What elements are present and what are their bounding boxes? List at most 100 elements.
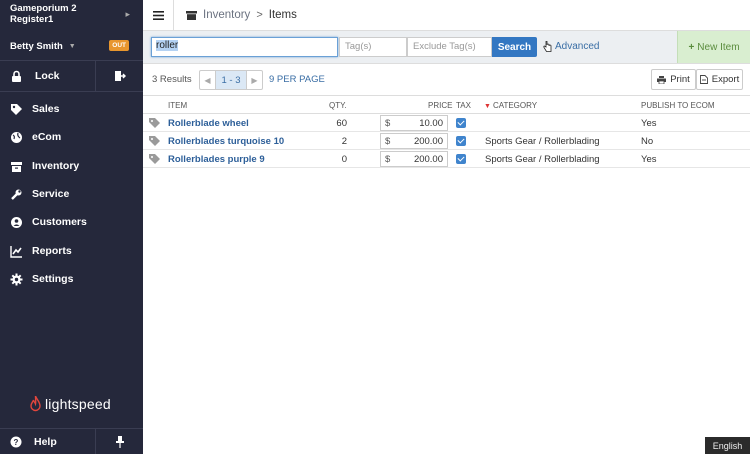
- sidebar-item-reports[interactable]: Reports: [0, 237, 143, 265]
- cursor-hand-icon: [543, 41, 552, 52]
- sort-desc-icon: ▼: [484, 103, 491, 110]
- tag-icon: [149, 118, 160, 128]
- register-name: Register1: [10, 14, 54, 25]
- hamburger-icon: [152, 10, 164, 20]
- gear-icon: [10, 273, 23, 285]
- export-label: Export: [711, 74, 740, 85]
- header-category[interactable]: ▼ CATEGORY: [484, 101, 537, 110]
- lock-button[interactable]: Lock: [0, 61, 95, 91]
- new-item-button[interactable]: + New Item: [677, 31, 750, 63]
- publish-value: Yes: [641, 154, 657, 165]
- question-icon: ?: [10, 436, 22, 448]
- results-count: 3 Results: [152, 74, 192, 85]
- sidebar-item-label: Inventory: [32, 160, 80, 172]
- topbar: Inventory > Items: [143, 0, 750, 31]
- chevron-right-icon: ▸: [125, 9, 130, 19]
- sidebar-item-service[interactable]: Service: [0, 180, 143, 208]
- user-icon: [11, 216, 22, 228]
- logout-icon: [114, 71, 126, 81]
- breadcrumb-inventory-link[interactable]: Inventory: [203, 9, 250, 21]
- search-input[interactable]: roller: [151, 37, 338, 57]
- chart-icon: [10, 245, 22, 258]
- store-name: Gameporium 2: [10, 3, 77, 14]
- header-item[interactable]: ITEM: [168, 101, 187, 110]
- help-button[interactable]: ? Help: [0, 429, 95, 454]
- export-file-icon: [699, 75, 708, 84]
- language-badge[interactable]: English: [705, 437, 750, 454]
- tax-checkbox[interactable]: [456, 118, 466, 128]
- svg-text:?: ?: [14, 438, 19, 447]
- table-row: Rollerblade wheel 60 $ 10.00 Yes: [143, 114, 750, 132]
- header-publish[interactable]: PUBLISH TO ECOM: [641, 101, 715, 110]
- pagination: ◀ 1 - 3 ▶: [199, 70, 263, 90]
- price-value: 200.00: [413, 136, 443, 147]
- qty-value: 60: [336, 118, 347, 129]
- store-switcher[interactable]: Gameporium 2 Register1 ▸: [0, 0, 143, 32]
- item-link[interactable]: Rollerblade wheel: [168, 118, 249, 129]
- header-qty[interactable]: QTY.: [329, 101, 347, 110]
- sidebar-item-customers[interactable]: Customers: [0, 208, 143, 236]
- per-page-link[interactable]: 9 PER PAGE: [269, 74, 325, 85]
- table-header: ITEM QTY. PRICE TAX ▼ CATEGORY PUBLISH TO…: [143, 96, 750, 114]
- search-bar: roller Tag(s) Exclude Tag(s) Search Adva…: [143, 31, 750, 64]
- item-link[interactable]: Rollerblades turquoise 10: [168, 136, 284, 147]
- header-category-label: CATEGORY: [492, 101, 538, 110]
- breadcrumb-separator: >: [256, 9, 263, 21]
- lightspeed-logo: lightspeed: [30, 396, 111, 412]
- header-tax[interactable]: TAX: [456, 101, 471, 110]
- print-button[interactable]: Print: [651, 69, 696, 90]
- page-range[interactable]: 1 - 3: [215, 71, 247, 89]
- sidebar-item-inventory[interactable]: Inventory: [0, 152, 143, 180]
- currency-symbol: $: [385, 154, 391, 165]
- tags-input[interactable]: Tag(s): [339, 37, 407, 57]
- help-row: ? Help: [0, 428, 143, 454]
- tag-icon: [11, 103, 22, 115]
- lock-label: Lock: [35, 70, 60, 82]
- logout-button[interactable]: [96, 61, 143, 91]
- search-button[interactable]: Search: [492, 37, 537, 57]
- sidebar-item-settings[interactable]: Settings: [0, 265, 143, 293]
- page-title: Items: [268, 9, 297, 21]
- price-input[interactable]: $ 200.00: [380, 151, 448, 167]
- lock-row: Lock: [0, 60, 143, 92]
- box-icon: [186, 10, 197, 20]
- exclude-tags-input[interactable]: Exclude Tag(s): [407, 37, 492, 57]
- flame-icon: [30, 396, 41, 412]
- sidebar-item-sales[interactable]: Sales: [0, 95, 143, 123]
- chevron-left-icon: ◀: [204, 75, 211, 85]
- sidebar-item-label: Settings: [32, 273, 74, 285]
- tax-checkbox[interactable]: [456, 154, 466, 164]
- pin-icon: [115, 436, 124, 448]
- advanced-label: Advanced: [555, 41, 600, 52]
- tag-icon: [149, 154, 160, 164]
- user-name: Betty Smith: [10, 40, 63, 52]
- user-menu[interactable]: Betty Smith ▼ OUT: [0, 34, 143, 58]
- qty-value: 0: [341, 154, 347, 165]
- tax-checkbox[interactable]: [456, 136, 466, 146]
- header-price[interactable]: PRICE: [428, 101, 452, 110]
- caret-down-icon: ▼: [68, 42, 76, 50]
- results-toolbar: 3 Results ◀ 1 - 3 ▶ 9 PER PAGE Print Exp…: [143, 64, 750, 96]
- sidebar-item-label: Service: [32, 188, 70, 200]
- lock-icon: [12, 70, 21, 82]
- sidebar-item-label: Reports: [32, 245, 72, 257]
- item-link[interactable]: Rollerblades purple 9: [168, 154, 265, 165]
- currency-symbol: $: [385, 136, 391, 147]
- sidebar-item-ecom[interactable]: eCom: [0, 123, 143, 151]
- plus-icon: +: [688, 41, 695, 53]
- advanced-search-link[interactable]: Advanced: [543, 41, 599, 52]
- menu-toggle-button[interactable]: [143, 0, 174, 31]
- category-value: Sports Gear / Rollerblading: [485, 154, 600, 165]
- box-icon: [11, 161, 22, 172]
- prev-page-button[interactable]: ◀: [200, 71, 215, 89]
- out-badge[interactable]: OUT: [109, 40, 129, 51]
- next-page-button[interactable]: ▶: [247, 71, 262, 89]
- search-input-value: roller: [156, 40, 179, 51]
- export-button[interactable]: Export: [696, 69, 743, 90]
- help-label: Help: [34, 436, 57, 448]
- globe-icon: [11, 131, 22, 143]
- pin-button[interactable]: [96, 429, 143, 454]
- price-input[interactable]: $ 10.00: [380, 115, 448, 131]
- sidebar: Gameporium 2 Register1 ▸ Betty Smith ▼ O…: [0, 0, 143, 454]
- price-input[interactable]: $ 200.00: [380, 133, 448, 149]
